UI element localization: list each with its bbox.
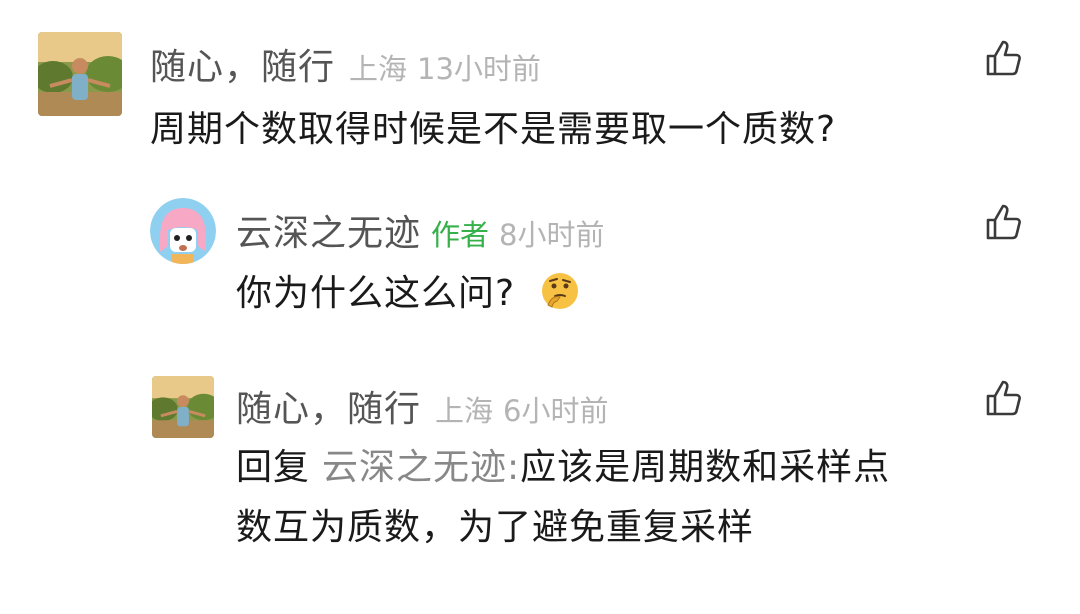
comment-text-line: 回复 云深之无迹:应该是周期数和采样点: [236, 438, 1036, 498]
username[interactable]: 随心，随行: [150, 38, 335, 90]
timestamp: 13小时前: [417, 52, 541, 86]
comment-text-line: 数互为质数，为了避免重复采样: [236, 507, 755, 548]
avatar[interactable]: [150, 198, 216, 264]
reply-prefix: 回复: [236, 447, 311, 488]
thinking-face-emoji: [540, 270, 580, 310]
avatar[interactable]: [152, 376, 214, 438]
comment-text-block: 回复 云深之无迹:应该是周期数和采样点 数互为质数，为了避免重复采样: [236, 438, 1036, 558]
avatar[interactable]: [38, 32, 122, 116]
comment-meta: 随心，随行 上海 6小时前: [236, 380, 608, 432]
location: 上海: [435, 394, 494, 428]
author-badge: 作者: [431, 218, 490, 252]
timestamp: 8小时前: [499, 218, 605, 252]
thumbs-up-icon[interactable]: [984, 38, 1024, 78]
thumbs-up-icon[interactable]: [984, 378, 1024, 418]
reply-target-username[interactable]: 云深之无迹: [322, 447, 507, 488]
reply-colon: :: [507, 447, 521, 488]
username[interactable]: 随心，随行: [236, 380, 421, 432]
comment-meta: 随心，随行 上海 13小时前: [150, 38, 541, 90]
comment-text: 你为什么这么问?: [236, 273, 516, 314]
comment-text-row: 你为什么这么问?: [236, 264, 580, 324]
thumbs-up-icon[interactable]: [984, 202, 1024, 242]
timestamp: 6小时前: [503, 394, 609, 428]
location: 上海: [349, 52, 408, 86]
comment-meta: 云深之无迹 作者 8小时前: [236, 204, 604, 256]
username[interactable]: 云深之无迹: [236, 204, 421, 256]
comment-text: 周期个数取得时候是不是需要取一个质数?: [150, 109, 837, 150]
comment-text: 应该是周期数和采样点: [520, 447, 891, 488]
